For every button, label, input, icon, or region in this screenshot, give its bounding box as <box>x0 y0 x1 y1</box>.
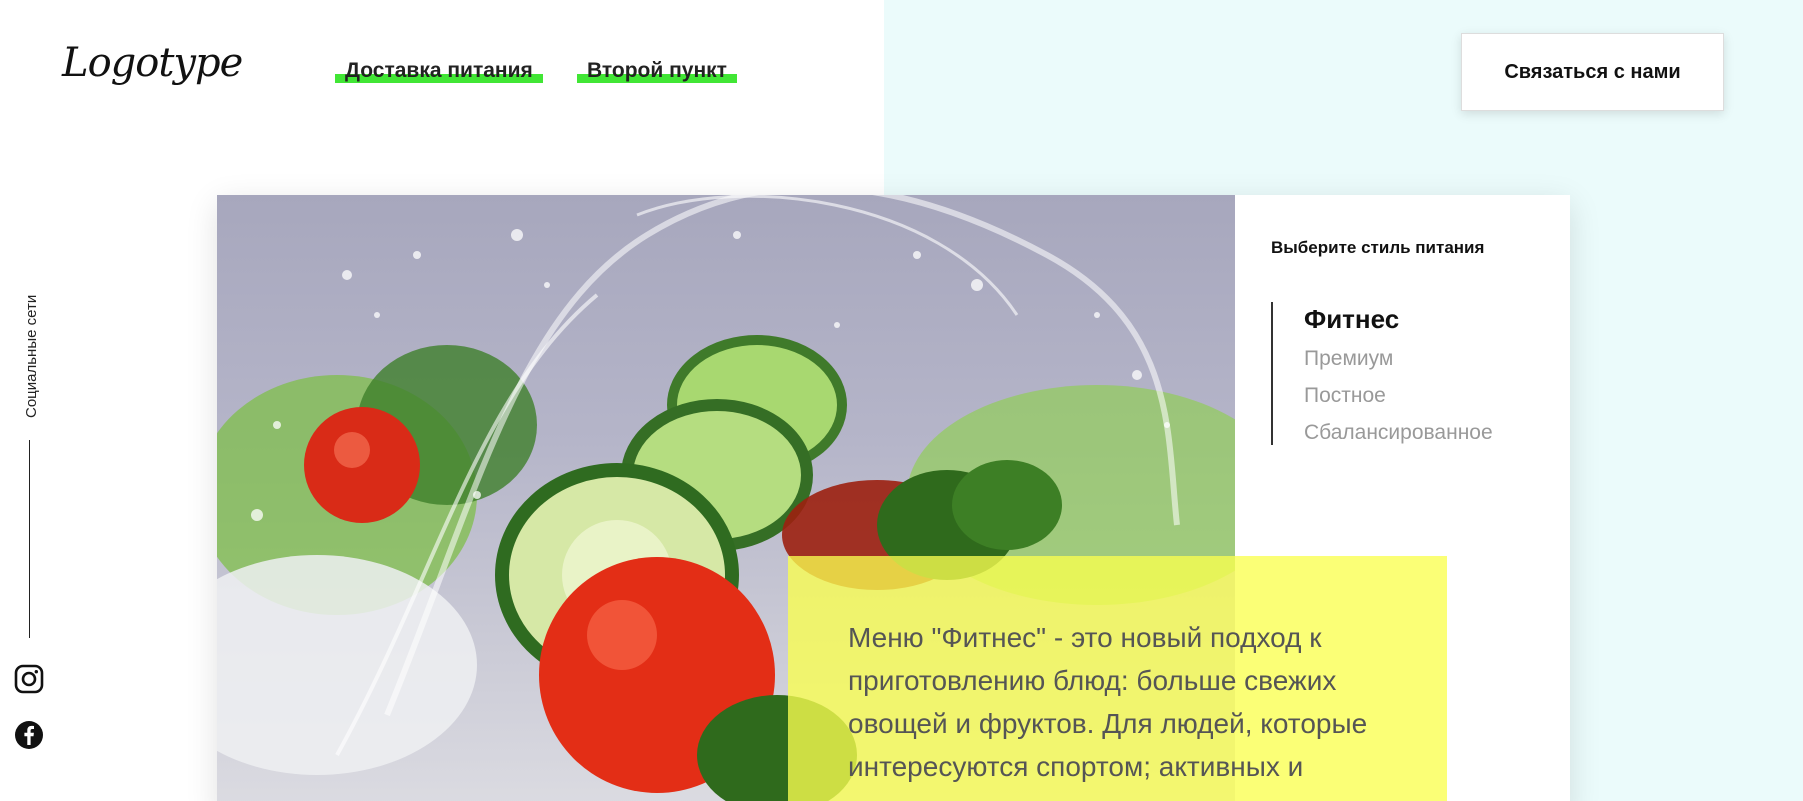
social-label-wrap: Социальные сети <box>22 268 42 418</box>
nav-item-label: Доставка питания <box>345 59 533 82</box>
description-box: Меню "Фитнес" - это новый подход к приго… <box>788 556 1447 801</box>
nav-item-food-delivery[interactable]: Доставка питания <box>335 58 543 84</box>
nav-item-second[interactable]: Второй пункт <box>577 58 737 84</box>
style-list: Фитнес Премиум Постное Сбалансированное <box>1271 302 1493 445</box>
facebook-icon[interactable] <box>14 720 44 750</box>
social-divider <box>29 440 30 638</box>
instagram-icon[interactable] <box>14 664 44 694</box>
description-text: Меню "Фитнес" - это новый подход к приго… <box>848 622 1368 782</box>
style-item-fitness[interactable]: Фитнес <box>1304 302 1493 336</box>
style-item-lenten[interactable]: Постное <box>1304 377 1493 414</box>
style-item-balanced[interactable]: Сбалансированное <box>1304 414 1493 451</box>
logo[interactable]: Logotype <box>62 40 243 86</box>
social-label: Социальные сети <box>23 294 40 418</box>
style-item-premium[interactable]: Премиум <box>1304 340 1493 377</box>
contact-button[interactable]: Связаться с нами <box>1461 33 1724 111</box>
panel-title: Выберите стиль питания <box>1271 238 1485 257</box>
nav-item-label: Второй пункт <box>587 59 727 82</box>
